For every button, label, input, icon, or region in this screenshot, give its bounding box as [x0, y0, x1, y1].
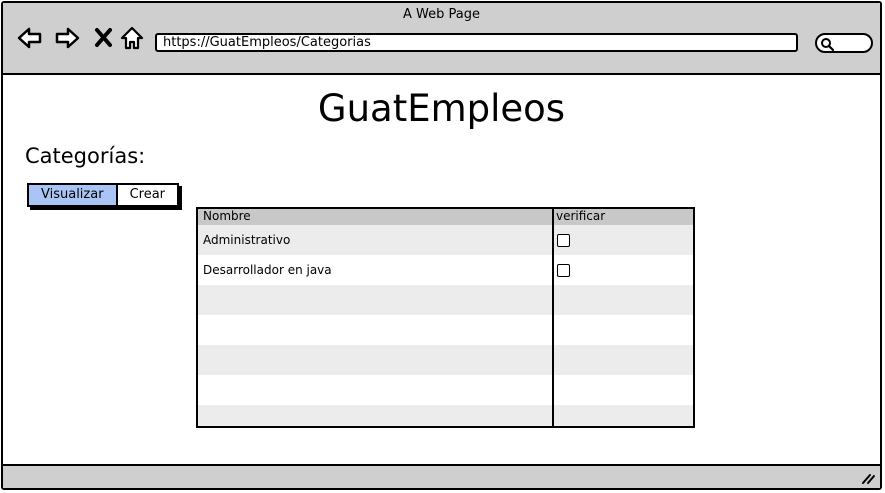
- table-row[interactable]: Administrativo: [198, 225, 693, 255]
- column-header-verificar[interactable]: verificar: [554, 209, 693, 225]
- table-row[interactable]: Desarrollador en java: [198, 255, 693, 285]
- window-title: A Web Page: [403, 7, 480, 22]
- back-arrow-icon[interactable]: [17, 25, 43, 51]
- page-title: GuatEmpleos: [317, 87, 566, 130]
- table-row-empty: [198, 315, 693, 345]
- status-bar: [3, 464, 880, 488]
- address-bar[interactable]: https://GuatEmpleos/Categorias: [155, 33, 798, 52]
- table-row-empty: [198, 345, 693, 375]
- category-name: Administrativo: [198, 225, 554, 255]
- search-icon: [821, 38, 835, 52]
- search-field[interactable]: [815, 33, 873, 53]
- section-title: Categorías:: [25, 144, 146, 168]
- column-header-nombre[interactable]: Nombre: [198, 209, 554, 225]
- table-row-empty: [198, 405, 693, 426]
- table-row-empty: [198, 375, 693, 405]
- stop-x-icon[interactable]: [91, 25, 117, 51]
- forward-arrow-icon[interactable]: [54, 25, 80, 51]
- browser-window: A Web Page https://GuatEmpleos/Categoria…: [1, 1, 882, 490]
- resize-grip-icon[interactable]: [860, 471, 876, 485]
- browser-toolbar: A Web Page https://GuatEmpleos/Categoria…: [3, 3, 880, 75]
- visualizar-button[interactable]: Visualizar: [29, 185, 118, 205]
- home-icon[interactable]: [119, 25, 145, 51]
- categories-table: Nombre verificar Administrativo Desarrol…: [196, 207, 695, 428]
- verify-checkbox[interactable]: [557, 263, 570, 277]
- view-toggle: Visualizar Crear: [27, 183, 180, 207]
- table-body: Administrativo Desarrollador en java: [198, 225, 693, 426]
- table-row-empty: [198, 285, 693, 315]
- crear-button[interactable]: Crear: [117, 185, 178, 205]
- verify-checkbox[interactable]: [557, 233, 570, 247]
- table-header: Nombre verificar: [198, 209, 693, 225]
- category-name: Desarrollador en java: [198, 255, 554, 285]
